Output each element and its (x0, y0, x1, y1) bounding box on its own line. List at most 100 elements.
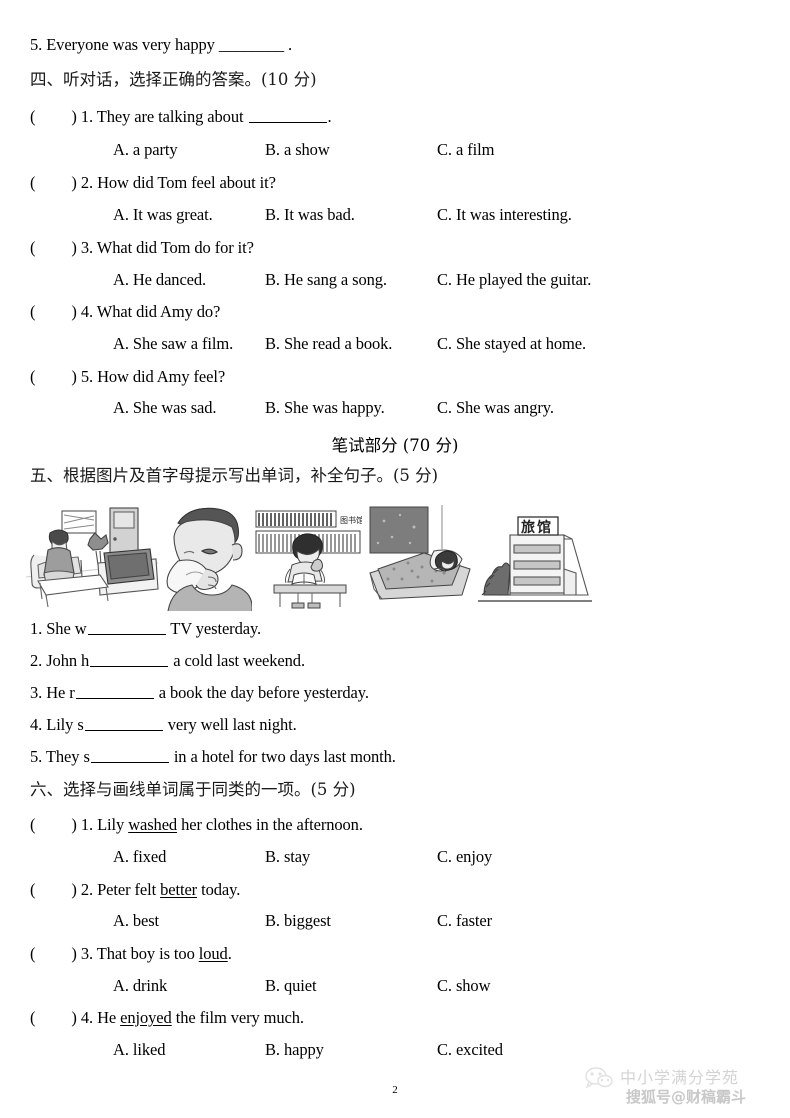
question-number: 2. (80, 880, 94, 899)
answer-bracket[interactable]: () (30, 107, 77, 126)
answer-blank[interactable] (75, 685, 154, 699)
stem-suffix: . (227, 944, 232, 963)
option-c[interactable]: C. a film (437, 141, 494, 159)
section-five-item-5: 5. They s in a hotel for two days last m… (30, 747, 396, 766)
option-a[interactable]: A. drink (113, 977, 265, 995)
option-a[interactable]: A. It was great. (113, 206, 265, 224)
question-stem: How did Tom feel about it? (97, 173, 276, 192)
wechat-icon (585, 1067, 613, 1089)
item-text-before: He r (46, 683, 75, 702)
option-c[interactable]: C. show (437, 977, 491, 995)
section-six-options-3: A. drink B. quiet C. show (113, 977, 491, 995)
section-four-options-3: A. He danced. B. He sang a song. C. He pla… (113, 271, 591, 289)
watermark: 中小学满分学苑 搜狐号@财稿霸斗 (582, 1050, 782, 1112)
section-five-heading: 五、根据图片及首字母提示写出单词，补全句子。(5 分) (30, 466, 439, 485)
item-text-after: a book the day before yesterday. (158, 683, 369, 702)
answer-bracket[interactable]: () (30, 815, 77, 834)
option-b[interactable]: B. biggest (265, 912, 437, 930)
carryover-text: 5. Everyone was very happy ________ . (30, 35, 293, 54)
watching-tv-illustration (25, 507, 159, 608)
option-b[interactable]: B. quiet (265, 977, 437, 995)
section-six-options-4: A. liked B. happy C. excited (113, 1041, 503, 1059)
watermark-line-1: 中小学满分学苑 (620, 1068, 740, 1087)
option-a[interactable]: A. He danced. (113, 271, 265, 289)
man-with-cold-illustration (166, 507, 252, 611)
option-b[interactable]: B. He sang a song. (265, 271, 437, 289)
answer-blank[interactable] (90, 653, 169, 667)
item-text-before: She w (46, 619, 87, 638)
option-a[interactable]: A. liked (113, 1041, 265, 1059)
hotel-sign-label: 旅馆 (521, 519, 553, 536)
library-sign-label: 图书馆 (340, 515, 362, 525)
stem-prefix: Lily (97, 815, 129, 834)
item-text-before: They s (45, 747, 90, 766)
section-four-question-2: () 2. How did Tom feel about it? (30, 173, 276, 192)
answer-blank[interactable] (248, 109, 327, 123)
question-number: 1. (80, 815, 94, 834)
option-a[interactable]: A. She was sad. (113, 399, 265, 417)
option-a[interactable]: A. best (113, 912, 265, 930)
item-text-after: in a hotel for two days last month. (173, 747, 396, 766)
section-six-question-1: () 1. Lily washed her clothes in the aft… (30, 815, 363, 834)
hotel-building-illustration: 旅馆 (478, 516, 592, 602)
watermark-line-2: 搜狐号@财稿霸斗 (626, 1088, 747, 1106)
answer-bracket[interactable]: () (30, 944, 77, 963)
underlined-word: loud (198, 944, 228, 963)
option-c[interactable]: C. It was interesting. (437, 206, 572, 224)
option-c[interactable]: C. She was angry. (437, 399, 554, 417)
item-text-after: very well last night. (167, 715, 297, 734)
underlined-word: enjoyed (120, 1008, 172, 1027)
section-five-item-1: 1. She w TV yesterday. (30, 619, 261, 638)
stem-suffix: her clothes in the afternoon. (177, 815, 363, 834)
item-text-after: a cold last weekend. (173, 651, 305, 670)
option-c[interactable]: C. excited (437, 1041, 503, 1059)
section-four-options-5: A. She was sad. B. She was happy. C. She w… (113, 399, 554, 417)
answer-bracket[interactable]: () (30, 1008, 77, 1027)
answer-blank[interactable] (84, 717, 163, 731)
section-four-question-1: () 1. They are talking about . (30, 107, 332, 126)
answer-bracket[interactable]: () (30, 302, 77, 321)
section-four-options-2: A. It was great. B. It was bad. C. It was … (113, 206, 572, 224)
section-six-heading: 六、选择与画线单词属于同类的一项。(5 分) (30, 780, 356, 799)
question-number: 2. (80, 173, 94, 192)
stem-prefix: He (97, 1008, 121, 1027)
stem-suffix: the film very much. (171, 1008, 304, 1027)
question-stem: What did Amy do? (96, 302, 221, 321)
answer-bracket[interactable]: () (30, 880, 77, 899)
section-four-question-5: () 5. How did Amy feel? (30, 367, 225, 386)
answer-blank[interactable] (90, 749, 169, 763)
answer-blank[interactable] (87, 621, 166, 635)
option-b[interactable]: B. a show (265, 141, 437, 159)
girl-sleeping-in-bed-illustration (369, 505, 471, 600)
item-number: 4. (30, 715, 43, 734)
section-four-heading: 四、听对话，选择正确的答案。(10 分) (30, 70, 317, 89)
section-four-options-4: A. She saw a film. B. She read a book. C. … (113, 335, 586, 353)
option-b[interactable]: B. It was bad. (265, 206, 437, 224)
underlined-word: washed (128, 815, 178, 834)
question-stem: What did Tom do for it? (96, 238, 254, 257)
carryover-question-5: 5. Everyone was very happy ________ . (30, 35, 293, 54)
option-b[interactable]: B. stay (265, 848, 437, 866)
option-a[interactable]: A. fixed (113, 848, 265, 866)
option-c[interactable]: C. He played the guitar. (437, 271, 591, 289)
answer-bracket[interactable]: () (30, 173, 77, 192)
option-b[interactable]: B. She was happy. (265, 399, 437, 417)
item-number: 3. (30, 683, 43, 702)
item-number: 2. (30, 651, 43, 670)
option-a[interactable]: A. a party (113, 141, 265, 159)
option-b[interactable]: B. She read a book. (265, 335, 437, 353)
answer-bracket[interactable]: () (30, 367, 77, 386)
answer-bracket[interactable]: () (30, 238, 77, 257)
section-four-question-3: () 3. What did Tom do for it? (30, 238, 254, 257)
option-a[interactable]: A. She saw a film. (113, 335, 265, 353)
underlined-word: better (160, 880, 198, 899)
stem-suffix: today. (197, 880, 241, 899)
option-c[interactable]: C. faster (437, 912, 492, 930)
section-five-item-4: 4. Lily s very well last night. (30, 715, 297, 734)
section-six-question-3: () 3. That boy is too loud. (30, 944, 232, 963)
section-six-question-4: () 4. He enjoyed the film very much. (30, 1008, 304, 1027)
option-c[interactable]: C. enjoy (437, 848, 492, 866)
option-c[interactable]: C. She stayed at home. (437, 335, 586, 353)
option-b[interactable]: B. happy (265, 1041, 437, 1059)
item-text-before: Lily s (46, 715, 84, 734)
